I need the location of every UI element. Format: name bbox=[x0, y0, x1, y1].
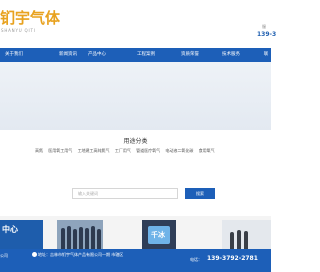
category-item[interactable]: 工地建工高纯氮气 bbox=[78, 148, 110, 153]
search-placeholder: 输入关键词 bbox=[78, 191, 98, 196]
category-list: 高氮 医用氧工用气 工地建工高纯氮气 工厂用气 管道医疗氧气 电动液二氧化碳 食… bbox=[35, 148, 265, 156]
nav-item-products[interactable]: 产品中心 bbox=[83, 48, 111, 62]
category-item[interactable]: 电动液二氧化碳 bbox=[165, 148, 193, 153]
main-nav: 关于我们 新闻资讯 产品中心 工程案例 资质荣誉 技术服务 联 bbox=[0, 48, 271, 62]
header-service-label: 服 bbox=[262, 24, 266, 29]
dry-ice-label: 千冰 bbox=[151, 231, 165, 239]
logo-text[interactable]: 钔宇气体 bbox=[0, 7, 60, 28]
category-item[interactable]: 工厂用气 bbox=[115, 148, 131, 153]
nav-item-cases[interactable]: 工程案例 bbox=[132, 48, 160, 62]
hero-banner bbox=[0, 62, 271, 130]
nav-item-contact[interactable]: 联 bbox=[252, 48, 280, 62]
nav-item-news[interactable]: 新闻资讯 bbox=[54, 48, 82, 62]
category-title: 用途分类 bbox=[123, 138, 148, 145]
nav-item-tech[interactable]: 技术服务 bbox=[217, 48, 245, 62]
nav-item-honors[interactable]: 资质荣誉 bbox=[176, 48, 204, 62]
dry-ice-box: 千冰 bbox=[148, 226, 170, 244]
footer-address: 地址：吉林市钔宇气体产品有限公司一期 市辖区 bbox=[38, 252, 124, 257]
footer-company-label: 公司 bbox=[0, 253, 8, 258]
header-phone: 139-3 bbox=[257, 31, 277, 38]
category-item[interactable]: 食用氧气 bbox=[199, 148, 215, 153]
nav-item-about[interactable]: 关于我们 bbox=[0, 48, 28, 62]
category-item[interactable]: 管道医疗氧气 bbox=[136, 148, 160, 153]
category-item[interactable]: 高氮 bbox=[35, 148, 43, 153]
banner-background bbox=[0, 62, 271, 130]
footer-tel-label: 电话： bbox=[190, 257, 202, 262]
category-item[interactable]: 医用氧工用气 bbox=[48, 148, 72, 153]
product-center-label: 中心 bbox=[2, 225, 18, 234]
logo-subtitle: SHANYU QITI bbox=[1, 28, 36, 33]
footer-tel[interactable]: 139-3792-2781 bbox=[207, 255, 258, 262]
location-icon bbox=[32, 252, 37, 257]
site-header: 钔宇气体 SHANYU QITI 服 139-3 bbox=[0, 0, 276, 46]
search-input[interactable]: 输入关键词 bbox=[72, 188, 178, 199]
search-button[interactable]: 搜索 bbox=[185, 188, 215, 199]
